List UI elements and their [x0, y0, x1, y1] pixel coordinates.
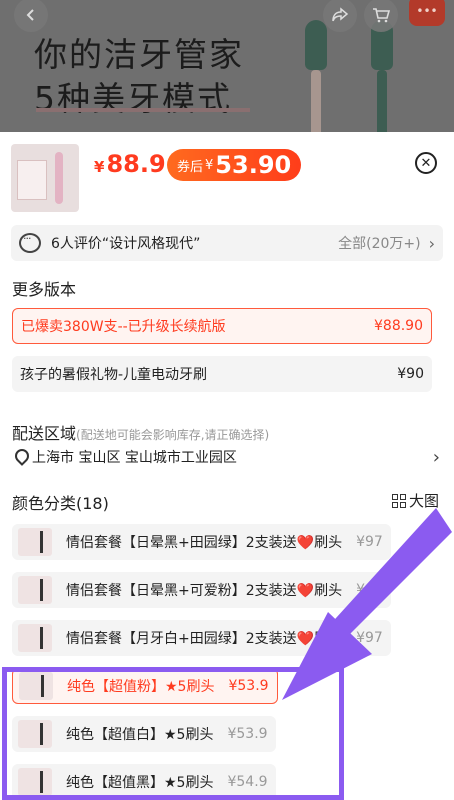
- back-icon: [26, 9, 34, 21]
- chevron-right-icon: ›: [428, 233, 435, 253]
- product-banner: 你的洁牙管家 5种美牙模式 •••: [0, 0, 454, 132]
- banner-line-2: 5种美牙模式: [34, 79, 232, 118]
- location-pin-icon: [14, 449, 26, 465]
- version-price: ¥90: [397, 366, 424, 382]
- chevron-right-icon: ›: [432, 446, 440, 468]
- version-label: 已爆卖380W支--已升级长续航版: [21, 319, 226, 335]
- more-button[interactable]: •••: [409, 0, 445, 26]
- delivery-address: 上海市 宝山区 宝山城市工业园区: [32, 450, 237, 466]
- heart-icon: ❤️: [296, 535, 315, 551]
- color-option[interactable]: 情侣套餐【月牙白+田园绿】2支装送❤️刷头 ¥97: [12, 620, 391, 656]
- delivery-hint: (配送地可能会影响库存,请正确选择): [76, 428, 270, 442]
- option-label: 情侣套餐【日晕黑+田园绿】2支装送❤️刷头: [66, 535, 343, 551]
- toothbrush-image: [303, 20, 329, 132]
- review-summary-bar[interactable]: 6人评价“设计风格现代” 全部(20万+) ›: [11, 225, 443, 261]
- delivery-title: 配送区域(配送地可能会影响库存,请正确选择): [12, 424, 270, 443]
- original-price: ¥88.9: [94, 150, 166, 178]
- close-button[interactable]: ✕: [415, 152, 437, 174]
- cart-icon: [373, 8, 390, 23]
- color-option[interactable]: 情侣套餐【日晕黑+可爱粉】2支装送❤️刷头 ¥97: [12, 572, 391, 608]
- more-icon: •••: [416, 4, 438, 18]
- option-label: 情侣套餐【月牙白+田园绿】2支装送❤️刷头: [66, 631, 343, 647]
- option-label: 情侣套餐【日晕黑+可爱粉】2支装送❤️刷头: [66, 583, 343, 599]
- toothbrush-image: [369, 20, 395, 132]
- close-icon: ✕: [420, 155, 432, 171]
- grid-icon: [392, 493, 406, 508]
- option-price: ¥97: [356, 582, 383, 598]
- review-count: 全部(20万+): [338, 236, 421, 252]
- option-thumbnail: [18, 624, 52, 652]
- annotation-highlight-box: [2, 667, 344, 800]
- option-price: ¥97: [356, 534, 383, 550]
- share-button[interactable]: [323, 0, 357, 32]
- version-option[interactable]: 已爆卖380W支--已升级长续航版 ¥88.90: [12, 308, 432, 344]
- color-category-title: 颜色分类(18): [12, 494, 109, 513]
- heart-icon: ❤️: [296, 583, 315, 599]
- share-icon: [332, 7, 349, 22]
- color-option[interactable]: 情侣套餐【日晕黑+田园绿】2支装送❤️刷头 ¥97: [12, 524, 391, 560]
- version-price: ¥88.90: [374, 318, 423, 334]
- option-thumbnail: [18, 528, 52, 556]
- banner-underline: [36, 108, 250, 112]
- heart-icon: ❤️: [296, 631, 315, 647]
- product-thumbnail[interactable]: [11, 144, 79, 212]
- more-versions-title: 更多版本: [12, 280, 77, 299]
- version-option[interactable]: 孩子的暑假礼物-儿童电动牙刷 ¥90: [12, 356, 432, 392]
- version-label: 孩子的暑假礼物-儿童电动牙刷: [20, 367, 208, 383]
- option-thumbnail: [18, 576, 52, 604]
- option-price: ¥97: [356, 630, 383, 646]
- banner-line-1: 你的洁牙管家: [34, 35, 244, 74]
- delivery-address-row[interactable]: 上海市 宝山区 宝山城市工业园区 ›: [14, 446, 440, 468]
- coupon-price-badge: 券后 ¥53.90: [167, 149, 302, 181]
- review-snippet: 6人评价“设计风格现代”: [51, 236, 201, 252]
- big-picture-toggle[interactable]: 大图: [392, 490, 439, 511]
- chat-bubble-icon: [19, 232, 41, 253]
